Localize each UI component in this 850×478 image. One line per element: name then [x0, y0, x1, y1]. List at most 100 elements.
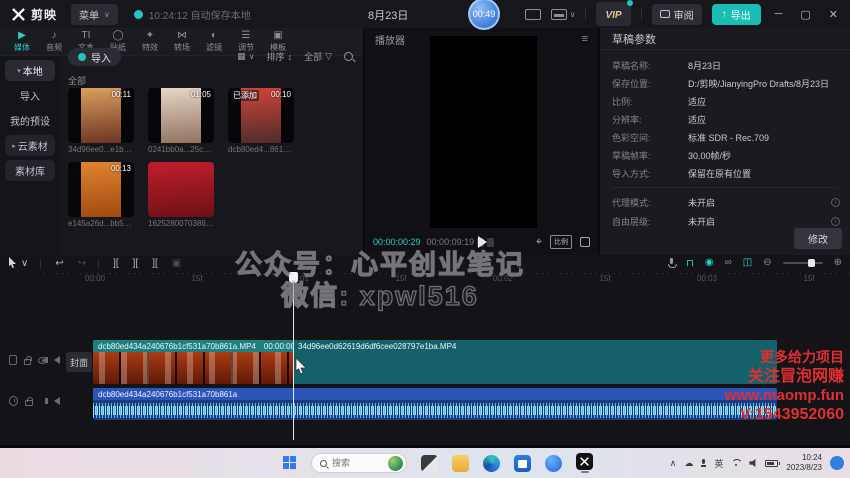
chevron-down-icon: ∨	[249, 52, 255, 61]
microsoft-store-button[interactable]	[514, 455, 531, 472]
record-mic-icon[interactable]	[668, 258, 675, 268]
sidebar-item[interactable]: ▾ 本地	[5, 60, 55, 81]
redo-icon[interactable]: ↪	[78, 258, 86, 269]
volume-icon[interactable]	[749, 459, 757, 467]
modify-button[interactable]: 修改	[794, 228, 842, 249]
filter-button[interactable]: 全部 ▽	[304, 50, 332, 63]
video-preview[interactable]	[430, 36, 537, 228]
lock-icon[interactable]	[24, 359, 31, 365]
timeline-ruler[interactable]: 00:0015f00:0115f00:0215f00:0315f	[0, 272, 850, 284]
task-view-button[interactable]	[421, 455, 438, 472]
duration-label: 00:11	[112, 90, 131, 99]
mute-icon[interactable]	[54, 397, 60, 405]
resource-tab[interactable]: ▶ 媒体	[6, 30, 38, 53]
vip-badge[interactable]: VIP	[596, 2, 630, 26]
resource-tab[interactable]: ⋈ 转场	[166, 30, 198, 53]
layout-compact-icon[interactable]	[525, 9, 541, 20]
edge-browser-button[interactable]	[483, 455, 500, 472]
timeline-zoom-slider[interactable]	[783, 262, 823, 264]
zoom-out-icon[interactable]: ⊖	[763, 257, 771, 268]
search-icon[interactable]	[344, 52, 353, 61]
battery-icon[interactable]	[765, 460, 778, 467]
maximize-button[interactable]: ▢	[796, 8, 814, 21]
info-icon[interactable]: i	[831, 198, 840, 207]
param-value: 未开启	[688, 196, 715, 209]
playhead-line[interactable]	[293, 272, 294, 440]
taskbar-search[interactable]	[311, 453, 407, 473]
select-tool-icon[interactable]	[8, 257, 17, 271]
taskbar-clock[interactable]: 10:24 2023/8/23	[786, 453, 822, 473]
media-item[interactable]: 已添加 00:10 dcb80ed4...861a.MP4	[228, 88, 294, 154]
titlebar: 剪映 菜单 ∨ 10:24:12 自动保存本地 8月23日 ∨ VIP	[0, 0, 850, 28]
search-highlight-image	[388, 456, 403, 471]
browser-app-button[interactable]	[545, 455, 562, 472]
undo-icon[interactable]: ↩	[55, 258, 63, 269]
info-icon[interactable]: i	[831, 217, 840, 226]
preview-axis-icon[interactable]: ◫	[743, 257, 752, 268]
media-item[interactable]: 00:11 34d96ee0...e1ba.MP4	[68, 88, 134, 154]
link-icon[interactable]: ∞	[725, 257, 732, 268]
trim-left-icon[interactable]: ][	[133, 258, 139, 269]
sort-button[interactable]: 排序 ↕	[267, 50, 293, 63]
player-menu-icon[interactable]: ≡	[582, 33, 588, 45]
export-button[interactable]: ↑ 导出	[712, 4, 761, 25]
draft-param-row: 草稿名称: 8月23日	[600, 56, 850, 74]
sidebar-item[interactable]: 导入	[5, 85, 55, 106]
ratio-button[interactable]: 比例	[550, 235, 572, 249]
audio-clip[interactable]: dcb80ed434a240676b1cf531a70b861a	[93, 388, 777, 420]
tray-mic-icon[interactable]	[701, 459, 706, 467]
export-icon: ↑	[722, 9, 727, 20]
chevron-down-icon[interactable]: ∨	[21, 258, 28, 269]
resource-tab[interactable]: ✦ 特效	[134, 30, 166, 53]
ime-indicator[interactable]: 英	[714, 457, 723, 470]
trim-right-icon[interactable]: ][	[152, 258, 158, 269]
video-clip-2[interactable]: 34d96ee0d62619d6df6cee028797e1ba.MP4	[293, 340, 777, 384]
media-item[interactable]: 01:05 0241bb0a...25ca.MP4	[148, 88, 214, 154]
resource-tab[interactable]: ♪ 音频	[38, 30, 70, 53]
mute-icon[interactable]	[54, 356, 60, 364]
auto-snap-icon[interactable]: ◉	[705, 257, 714, 268]
jianying-app-button[interactable]	[576, 453, 593, 473]
audio-track-icon[interactable]	[9, 396, 18, 406]
fit-preview-icon[interactable]: ⌖	[536, 236, 542, 249]
tray-chevron-icon[interactable]: ∧	[670, 458, 677, 469]
layout-switch-button[interactable]: ∨	[551, 9, 576, 20]
view-mode-button[interactable]: ▦ ∨	[237, 51, 254, 62]
media-item[interactable]: 1625280070386.jpeg	[148, 162, 214, 228]
review-icon	[660, 10, 670, 18]
lock-icon[interactable]	[25, 400, 33, 406]
play-button[interactable]	[478, 236, 487, 248]
magnet-icon[interactable]: ⊔	[686, 257, 694, 268]
cover-button[interactable]: 封面	[66, 352, 92, 372]
close-button[interactable]: ✕	[825, 8, 842, 21]
divider	[641, 8, 642, 20]
cloud-icon[interactable]: ☁	[684, 458, 693, 469]
menu-button[interactable]: 菜单 ∨	[71, 4, 118, 25]
notification-badge[interactable]	[830, 456, 844, 470]
sidebar-item[interactable]: 素材库	[5, 160, 55, 181]
zoom-in-icon[interactable]: ⊕	[834, 257, 842, 268]
file-explorer-button[interactable]	[452, 455, 469, 472]
next-frame-icon[interactable]	[487, 238, 494, 247]
wifi-icon[interactable]	[731, 459, 741, 467]
resource-tab[interactable]: ◐ 滤镜	[198, 30, 230, 53]
import-button[interactable]: 导入	[68, 48, 121, 66]
sidebar-item[interactable]: ▸ 云素材	[5, 135, 55, 156]
delete-icon[interactable]: ▣	[172, 258, 181, 269]
start-button[interactable]	[283, 456, 297, 470]
playhead-handle[interactable]	[289, 272, 298, 283]
search-input[interactable]	[332, 458, 372, 468]
zoom-slider-knob[interactable]	[808, 259, 815, 267]
main-track-icon[interactable]	[9, 355, 17, 365]
minimize-button[interactable]: ─	[771, 8, 787, 20]
sidebar-item-label: 云素材	[18, 138, 48, 153]
sidebar-item[interactable]: 我的预设	[5, 110, 55, 131]
divider	[612, 187, 838, 188]
windows-taskbar: ∧ ☁ 英 10:24 2023/8/23	[0, 448, 850, 478]
review-button[interactable]: 审阅	[652, 4, 702, 25]
tab-icon: ☰	[242, 30, 251, 41]
video-clip-1[interactable]: dcb80ed434a240676b1cf531a70b861a.MP4 00:…	[93, 340, 293, 384]
split-icon[interactable]: ][	[113, 258, 119, 269]
media-item[interactable]: 00:13 e145a26d...bb52.MP4	[68, 162, 134, 228]
fullscreen-icon[interactable]	[580, 237, 590, 247]
